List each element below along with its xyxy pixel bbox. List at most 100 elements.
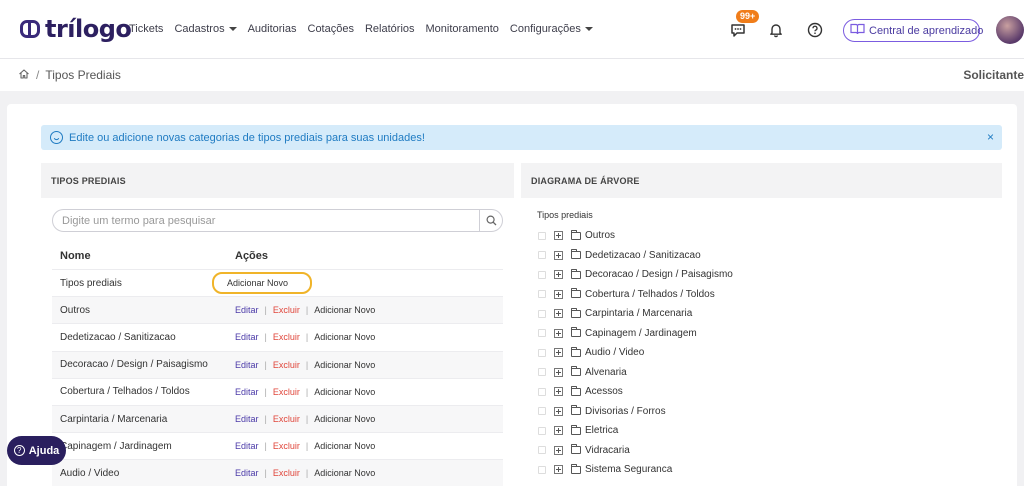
nav-cotacoes[interactable]: Cotações	[308, 23, 354, 35]
delete-link[interactable]: Excluir	[273, 332, 300, 342]
expand-plus-icon[interactable]	[554, 309, 563, 319]
delete-link[interactable]: Excluir	[273, 414, 300, 424]
notification-count-badge: 99+	[736, 10, 760, 23]
expand-plus-icon[interactable]	[554, 250, 563, 260]
nav-relatorios[interactable]: Relatórios	[365, 23, 415, 35]
delete-link[interactable]: Excluir	[273, 360, 300, 370]
expand-plus-icon[interactable]	[554, 387, 563, 397]
main-nav: Tickets Cadastros Auditorias Cotações Re…	[129, 23, 604, 35]
add-new-link[interactable]: Adicionar Novo	[314, 414, 375, 424]
edit-link[interactable]: Editar	[235, 387, 259, 397]
divider: |	[305, 468, 309, 479]
edit-link[interactable]: Editar	[235, 468, 259, 478]
tree-item[interactable]: Acessos	[537, 382, 733, 402]
trilogo-logo[interactable]: trílogo	[20, 14, 132, 44]
add-new-link[interactable]: Adicionar Novo	[314, 441, 375, 451]
solicitante-label[interactable]: Solicitante	[963, 68, 1024, 82]
tree-item[interactable]: Alvenaria	[537, 363, 733, 383]
tree-item[interactable]: Eletrica	[537, 421, 733, 441]
help-label: Ajuda	[28, 444, 60, 457]
tree-item[interactable]: Audio / Video	[537, 343, 733, 363]
expand-plus-icon[interactable]	[554, 328, 563, 338]
delete-link[interactable]: Excluir	[273, 441, 300, 451]
expand-plus-icon[interactable]	[554, 289, 563, 299]
expand-plus-icon[interactable]	[554, 348, 563, 358]
learning-center-label: Central de aprendizado	[869, 24, 984, 37]
tree-item-label: Carpintaria / Marcenaria	[585, 308, 693, 320]
tree-root-label: Tipos prediais	[537, 210, 593, 220]
folder-icon	[571, 366, 581, 377]
table-row: Audio / Video Editar | Excluir | Adicionar N…	[52, 460, 503, 486]
expand-plus-icon[interactable]	[554, 231, 563, 241]
nav-configuracoes[interactable]: Configurações	[510, 23, 593, 35]
expand-plus-icon[interactable]	[554, 367, 563, 377]
folder-icon	[571, 229, 581, 240]
search-icon[interactable]	[479, 209, 502, 232]
checkbox-placeholder-icon	[538, 387, 546, 396]
row-name: Audio / Video	[60, 467, 120, 479]
tree-item[interactable]: Cobertura / Telhados / Toldos	[537, 285, 733, 305]
search-input[interactable]	[53, 210, 473, 231]
breadcrumb-separator: /	[36, 68, 40, 82]
delete-link[interactable]: Excluir	[273, 387, 300, 397]
nav-tickets[interactable]: Tickets	[129, 23, 163, 35]
checkbox-placeholder-icon	[538, 329, 546, 338]
tree-item[interactable]: Dedetizacao / Sanitizacao	[537, 246, 733, 266]
tree-item[interactable]: Sistema Seguranca	[537, 460, 733, 480]
nav-auditorias[interactable]: Auditorias	[248, 23, 297, 35]
tree-item-label: Dedetizacao / Sanitizacao	[585, 249, 701, 261]
row-actions: Editar | Excluir | Adicionar Novo	[235, 387, 503, 397]
nav-cadastros[interactable]: Cadastros	[174, 23, 237, 35]
checkbox-placeholder-icon	[538, 270, 546, 279]
help-circle-icon[interactable]	[806, 21, 824, 39]
edit-link[interactable]: Editar	[235, 305, 259, 315]
chat-icon[interactable]	[729, 21, 747, 39]
add-new-link[interactable]: Adicionar Novo	[314, 305, 375, 315]
logo-mark-icon	[20, 20, 40, 38]
table-row: Dedetizacao / Sanitizacao Editar | Excluir…	[52, 324, 503, 352]
add-new-link[interactable]: Adicionar Novo	[314, 332, 375, 342]
add-new-link[interactable]: Adicionar Novo	[314, 468, 375, 478]
edit-link[interactable]: Editar	[235, 332, 259, 342]
expand-plus-icon[interactable]	[554, 270, 563, 280]
tree-item[interactable]: Vidracaria	[537, 441, 733, 461]
column-header-actions: Ações	[235, 249, 269, 262]
expand-plus-icon[interactable]	[554, 445, 563, 455]
tree-item[interactable]: Carpintaria / Marcenaria	[537, 304, 733, 324]
bell-icon[interactable]	[767, 21, 785, 39]
alert-text: Edite ou adicione novas categorias de ti…	[69, 131, 425, 144]
user-avatar[interactable]	[996, 16, 1024, 44]
delete-link[interactable]: Excluir	[273, 305, 300, 315]
divider: |	[264, 305, 267, 316]
edit-link[interactable]: Editar	[235, 414, 259, 424]
add-new-button[interactable]: Adicionar Novo	[212, 272, 313, 295]
home-icon[interactable]	[18, 68, 30, 83]
delete-link[interactable]: Excluir	[273, 468, 300, 478]
nav-monitoramento[interactable]: Monitoramento	[426, 23, 499, 35]
row-actions: Editar | Excluir | Adicionar Novo	[235, 360, 503, 370]
tree-item-label: Decoracao / Design / Paisagismo	[585, 269, 733, 281]
folder-icon	[571, 327, 581, 338]
checkbox-placeholder-icon	[538, 426, 546, 435]
add-new-link[interactable]: Adicionar Novo	[314, 360, 375, 370]
add-new-link[interactable]: Adicionar Novo	[314, 387, 375, 397]
tree-item[interactable]: Decoracao / Design / Paisagismo	[537, 265, 733, 285]
expand-plus-icon[interactable]	[554, 426, 563, 436]
tree-item[interactable]: Divisorias / Forros	[537, 402, 733, 422]
tree-item[interactable]: Capinagem / Jardinagem	[537, 324, 733, 344]
close-icon[interactable]: ×	[987, 130, 994, 144]
help-button[interactable]: ? Ajuda	[7, 436, 66, 465]
learning-center-button[interactable]: Central de aprendizado	[843, 19, 984, 42]
tree-item[interactable]: Outros	[537, 226, 733, 246]
nav-label: Cotações	[307, 23, 354, 35]
checkbox-placeholder-icon	[538, 231, 546, 240]
table-row: Outros Editar | Excluir | Adicionar Novo	[52, 297, 503, 325]
expand-plus-icon[interactable]	[554, 406, 563, 416]
row-name: Tipos prediais	[60, 277, 122, 289]
expand-plus-icon[interactable]	[554, 465, 563, 475]
edit-link[interactable]: Editar	[235, 360, 259, 370]
row-name: Carpintaria / Marcenaria	[60, 413, 168, 425]
edit-link[interactable]: Editar	[235, 441, 259, 451]
divider: |	[264, 359, 267, 370]
divider: |	[305, 305, 309, 316]
